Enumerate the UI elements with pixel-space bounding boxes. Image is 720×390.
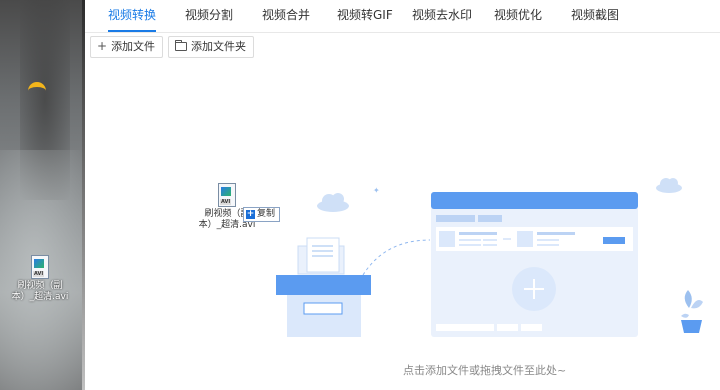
video-file-icon: AVI	[31, 255, 49, 279]
plus-icon: +	[246, 209, 255, 219]
app-window: 视频转换 视频分割 视频合并 视频转GIF 视频去水印 视频优化 视频截图 + 添…	[85, 0, 720, 390]
desktop-background: AVI 刷视频（副 本）_超清.avi	[0, 0, 85, 390]
desktop-file-label-line2: 本）_超清.avi	[11, 292, 69, 302]
file-box-icon	[276, 237, 371, 337]
function-tabs: 视频转换 视频分割 视频合并 视频转GIF 视频去水印 视频优化 视频截图	[85, 0, 720, 33]
file-ext-tag: AVI	[33, 271, 45, 277]
tab-video-split[interactable]: 视频分割	[185, 0, 233, 32]
drop-zone-illustration[interactable]: ✦	[85, 40, 720, 360]
copy-badge-label: 复制	[257, 209, 276, 219]
plant-icon	[681, 290, 703, 333]
star-icon: ✦	[373, 186, 380, 195]
drag-copy-badge: + 复制	[243, 207, 281, 222]
desktop-file-label-line1: 刷视频（副	[17, 281, 63, 291]
tab-video-optimize[interactable]: 视频优化	[494, 0, 542, 32]
tab-video-to-gif[interactable]: 视频转GIF	[337, 0, 393, 32]
file-ext-tag: AVI	[220, 199, 232, 205]
cloud-icon	[317, 193, 349, 212]
desktop-wallpaper-glow	[28, 82, 46, 97]
tab-remove-watermark[interactable]: 视频去水印	[412, 0, 472, 32]
cloud-icon	[656, 178, 682, 193]
tab-video-convert[interactable]: 视频转换	[108, 0, 157, 32]
desktop-file-label: 刷视频（副 本）_超清.avi	[8, 281, 72, 303]
tab-video-screenshot[interactable]: 视频截图	[571, 0, 619, 32]
video-file-icon: AVI	[218, 183, 236, 207]
desktop-video-file[interactable]: AVI 刷视频（副 本）_超清.avi	[8, 255, 72, 303]
tab-video-merge[interactable]: 视频合并	[262, 0, 310, 32]
drop-hint: 点击添加文件或拖拽文件至此处~	[403, 364, 567, 377]
app-window-illustration	[431, 192, 638, 337]
